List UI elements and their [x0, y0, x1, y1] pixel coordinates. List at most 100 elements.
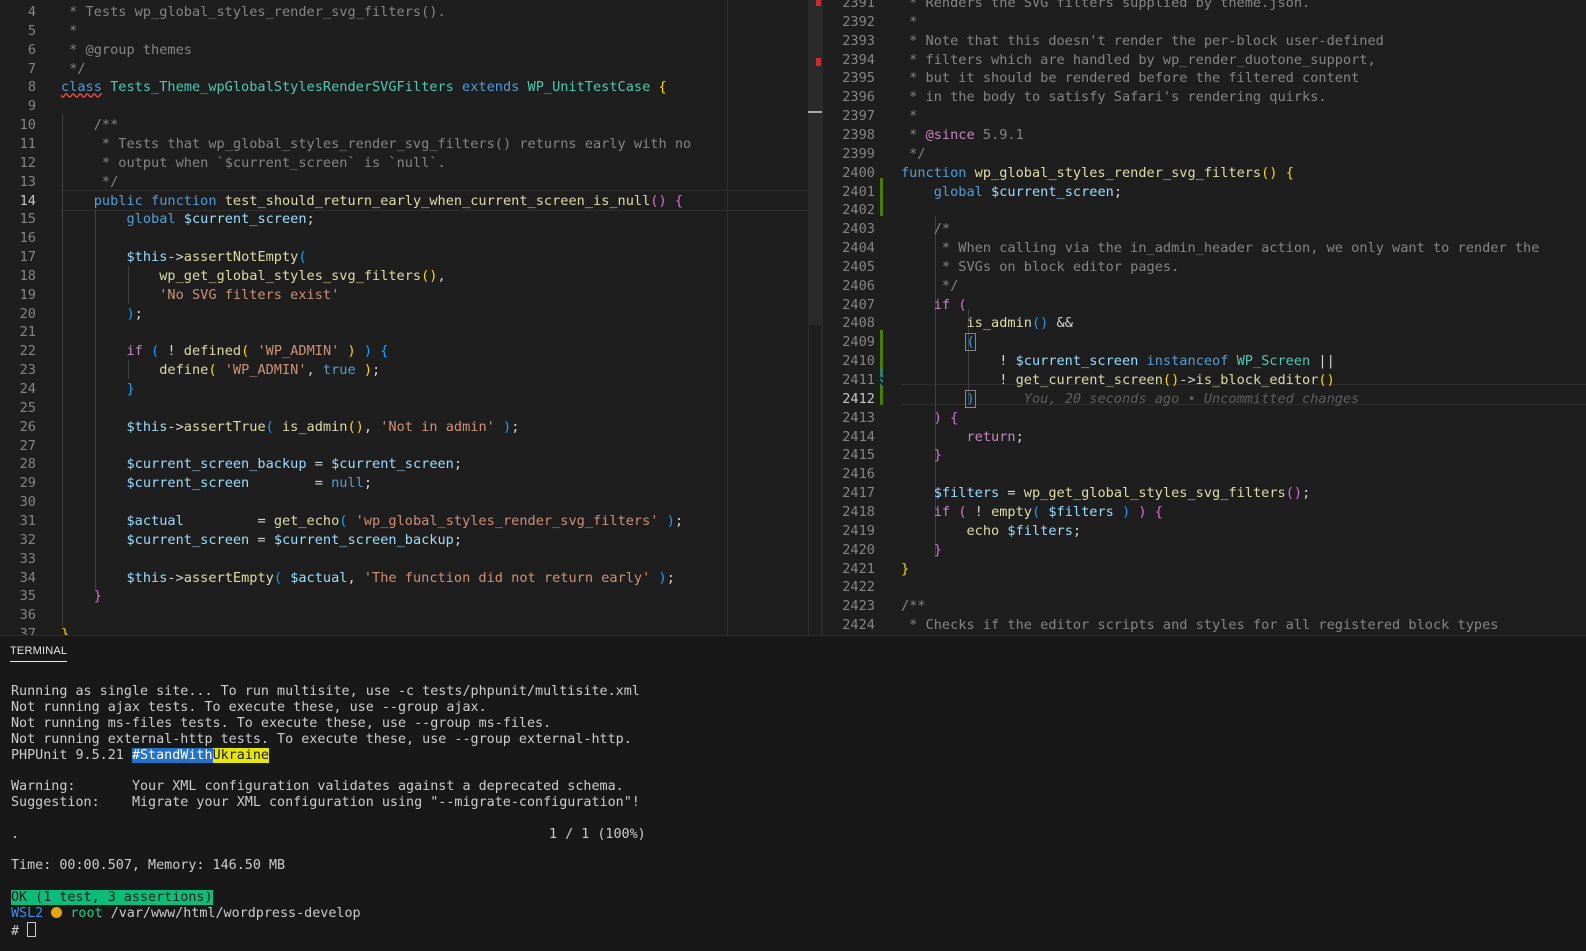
code-line[interactable]: 22 if ( ! defined( 'WP_ADMIN' ) ) { [0, 342, 822, 361]
code-line[interactable]: 23 define( 'WP_ADMIN', true ); [0, 361, 822, 380]
code-text[interactable]: function wp_global_styles_render_svg_fil… [901, 164, 1294, 183]
terminal-cursor[interactable] [27, 922, 36, 937]
code-text[interactable]: * [901, 107, 917, 126]
code-text[interactable]: echo $filters; [901, 522, 1081, 541]
code-line[interactable]: 34 $this->assertEmpty( $actual, 'The fun… [0, 569, 822, 588]
code-text[interactable]: if ( [901, 296, 967, 315]
code-text[interactable]: * [901, 13, 917, 32]
code-text[interactable]: * SVGs on block editor pages. [901, 258, 1179, 277]
code-line[interactable]: 2418 if ( ! empty( $filters ) ) { [823, 503, 1586, 522]
code-text[interactable]: * output when `$current_screen` is `null… [61, 154, 446, 173]
code-line[interactable]: 11 * Tests that wp_global_styles_render_… [0, 135, 822, 154]
code-line[interactable]: 28 $current_screen_backup = $current_scr… [0, 455, 822, 474]
code-text[interactable]: * in the body to satisfy Safari's render… [901, 88, 1327, 107]
code-text[interactable]: } [61, 625, 69, 635]
code-text[interactable]: * @since 5.9.1 [901, 126, 1024, 145]
code-line[interactable]: 2407 if ( [823, 296, 1586, 315]
code-line[interactable]: 17 $this->assertNotEmpty( [0, 248, 822, 267]
code-text[interactable]: return; [901, 428, 1024, 447]
code-line[interactable]: 24 } [0, 380, 822, 399]
code-line[interactable]: 2412 ) You, 20 seconds ago • Uncommitted… [823, 390, 1586, 409]
code-text[interactable]: } [901, 541, 942, 560]
code-line[interactable]: 2391 * Renders the SVG filters supplied … [823, 0, 1586, 13]
code-line[interactable]: 21 [0, 323, 822, 342]
code-line[interactable]: 2415 } [823, 446, 1586, 465]
code-line[interactable]: 2393 * Note that this doesn't render the… [823, 32, 1586, 51]
code-line[interactable]: 8class Tests_Theme_wpGlobalStylesRenderS… [0, 78, 822, 97]
code-text[interactable]: if ( ! empty( $filters ) ) { [901, 503, 1163, 522]
code-line[interactable]: 2414 return; [823, 428, 1586, 447]
code-text[interactable]: ); [61, 305, 143, 324]
code-line[interactable]: 2413 ) { [823, 409, 1586, 428]
code-text[interactable]: * Checks if the editor scripts and style… [901, 616, 1498, 635]
code-line[interactable]: 2399 */ [823, 145, 1586, 164]
code-text[interactable]: */ [901, 277, 958, 296]
code-line[interactable]: 2406 */ [823, 277, 1586, 296]
code-text[interactable]: ! $current_screen instanceof WP_Screen |… [901, 352, 1335, 371]
code-text[interactable]: */ [61, 173, 118, 192]
code-line[interactable]: 4 * Tests wp_global_styles_render_svg_fi… [0, 3, 822, 22]
code-text[interactable]: $current_screen_backup = $current_screen… [61, 455, 462, 474]
code-line[interactable]: 2404 * When calling via the in_admin_hea… [823, 239, 1586, 258]
code-line[interactable]: 2420 } [823, 541, 1586, 560]
input-line[interactable]: # [11, 922, 36, 938]
code-line[interactable]: 2423/** [823, 597, 1586, 616]
code-line[interactable]: 15 global $current_screen; [0, 210, 822, 229]
code-line[interactable]: 9 [0, 97, 822, 116]
code-line[interactable]: 33 [0, 550, 822, 569]
code-line[interactable]: 25 [0, 399, 822, 418]
code-text[interactable]: /** [901, 597, 926, 616]
code-text[interactable]: * Note that this doesn't render the per-… [901, 32, 1384, 51]
code-line[interactable]: 36 [0, 606, 822, 625]
code-text[interactable]: $actual = get_echo( 'wp_global_styles_re… [61, 512, 683, 531]
code-line[interactable]: 2392 * [823, 13, 1586, 32]
code-line[interactable]: 2416 [823, 465, 1586, 484]
code-text[interactable]: define( 'WP_ADMIN', true ); [61, 361, 380, 380]
code-line[interactable]: 2405 * SVGs on block editor pages. [823, 258, 1586, 277]
code-text[interactable]: } [901, 446, 942, 465]
code-text[interactable]: class Tests_Theme_wpGlobalStylesRenderSV… [61, 78, 667, 97]
code-line[interactable]: 29 $current_screen = null; [0, 474, 822, 493]
code-line[interactable]: 2403 /* [823, 220, 1586, 239]
code-text[interactable]: ) You, 20 seconds ago • Uncommitted chan… [901, 390, 1359, 409]
code-line[interactable]: 18 wp_get_global_styles_svg_filters(), [0, 267, 822, 286]
code-text[interactable]: * but it should be rendered before the f… [901, 69, 1359, 88]
code-text[interactable]: * Tests that wp_global_styles_render_svg… [61, 135, 691, 154]
code-line[interactable]: 31 $actual = get_echo( 'wp_global_styles… [0, 512, 822, 531]
code-line[interactable]: 2401 global $current_screen; [823, 183, 1586, 202]
code-text[interactable]: */ [61, 60, 86, 79]
code-line[interactable]: 37} [0, 625, 822, 635]
code-text[interactable]: $current_screen = null; [61, 474, 372, 493]
tab-terminal[interactable]: TERMINAL [10, 645, 67, 662]
code-line[interactable]: 6 * @group themes [0, 41, 822, 60]
code-text[interactable]: $this->assertNotEmpty( [61, 248, 307, 267]
code-line[interactable]: 2400function wp_global_styles_render_svg… [823, 164, 1586, 183]
code-line[interactable]: 16 [0, 229, 822, 248]
code-line[interactable]: 2398 * @since 5.9.1 [823, 126, 1586, 145]
code-text[interactable]: global $current_screen; [61, 210, 315, 229]
code-text[interactable]: wp_get_global_styles_svg_filters(), [61, 267, 446, 286]
code-line[interactable]: 7 */ [0, 60, 822, 79]
code-line[interactable]: 35 } [0, 587, 822, 606]
code-text[interactable]: public function test_should_return_early… [61, 192, 683, 211]
code-line[interactable]: 5 * [0, 22, 822, 41]
code-text[interactable]: /* [901, 220, 950, 239]
code-line[interactable]: 2419 echo $filters; [823, 522, 1586, 541]
code-line[interactable]: 2410 ! $current_screen instanceof WP_Scr… [823, 352, 1586, 371]
code-line[interactable]: 2395 * but it should be rendered before … [823, 69, 1586, 88]
left-editor-pane[interactable]: 4 * Tests wp_global_styles_render_svg_fi… [0, 0, 822, 635]
code-line[interactable]: 27 [0, 437, 822, 456]
code-text[interactable]: } [901, 560, 909, 579]
code-text[interactable]: $this->assertEmpty( $actual, 'The functi… [61, 569, 675, 588]
code-text[interactable]: global $current_screen; [901, 183, 1122, 202]
code-line[interactable]: 2397 * [823, 107, 1586, 126]
code-line[interactable]: 2417 $filters = wp_get_global_styles_svg… [823, 484, 1586, 503]
code-text[interactable]: * [61, 22, 77, 41]
code-text[interactable]: ( [901, 333, 975, 352]
code-line[interactable]: 2411 ! get_current_screen()->is_block_ed… [823, 371, 1586, 390]
code-line[interactable]: 2424 * Checks if the editor scripts and … [823, 616, 1586, 635]
code-line[interactable]: 20 ); [0, 305, 822, 324]
code-line[interactable]: 10 /** [0, 116, 822, 135]
code-text[interactable]: if ( ! defined( 'WP_ADMIN' ) ) { [61, 342, 388, 361]
code-line[interactable]: 2422 [823, 578, 1586, 597]
